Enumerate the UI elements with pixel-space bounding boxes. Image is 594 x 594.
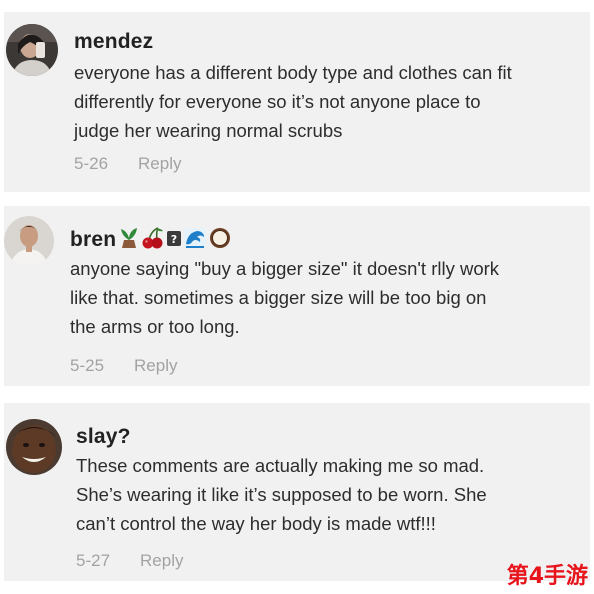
- comment-line: judge her wearing normal scrubs: [74, 120, 343, 141]
- comment-text: everyone has a different body type and c…: [74, 58, 586, 145]
- comment-meta: 5-25 Reply: [70, 356, 178, 376]
- cherries-icon: [141, 226, 165, 256]
- comment-meta: 5-27 Reply: [76, 551, 184, 571]
- comment-meta: 5-26 Reply: [74, 154, 182, 174]
- coconut-icon: [208, 226, 232, 256]
- comment-line: These comments are actually making me so…: [76, 455, 485, 476]
- plant-icon: [118, 226, 140, 256]
- avatar[interactable]: [6, 24, 58, 76]
- avatar[interactable]: [4, 216, 54, 266]
- wave-icon: [183, 226, 207, 256]
- comment-date: 5-27: [76, 551, 111, 570]
- comment-card: bren ? anyone saying "buy a bigger size"…: [4, 206, 590, 386]
- comment-card: slay? These comments are actually making…: [4, 403, 590, 581]
- watermark-logo: 第4手游: [506, 564, 588, 589]
- comment-line: She’s wearing it like it’s supposed to b…: [76, 484, 487, 505]
- reply-button[interactable]: Reply: [140, 551, 183, 570]
- comment-line: anyone saying "buy a bigger size" it doe…: [70, 258, 500, 279]
- username[interactable]: slay?: [76, 425, 131, 449]
- comment-line: the arms or too long.: [70, 316, 240, 337]
- comment-text: anyone saying "buy a bigger size" it doe…: [70, 254, 586, 341]
- comment-line: everyone has a different body type and c…: [74, 62, 512, 83]
- username-emojis: ?: [118, 226, 232, 256]
- comment-thread: mendez everyone has a different body typ…: [0, 0, 594, 594]
- svg-text:?: ?: [171, 233, 178, 246]
- comment-line: differently for everyone so it’s not any…: [74, 91, 481, 112]
- username[interactable]: bren ?: [70, 226, 232, 256]
- avatar[interactable]: [6, 419, 62, 475]
- comment-line: can’t control the way her body is made w…: [76, 513, 436, 534]
- comment-date: 5-25: [70, 356, 105, 375]
- comment-text: These comments are actually making me so…: [76, 451, 586, 538]
- reply-button[interactable]: Reply: [134, 356, 177, 375]
- username-text[interactable]: bren: [70, 228, 116, 251]
- username[interactable]: mendez: [74, 30, 153, 54]
- question-box-icon: ?: [166, 228, 182, 254]
- comment-line: like that. sometimes a bigger size will …: [70, 287, 487, 308]
- reply-button[interactable]: Reply: [138, 154, 181, 173]
- comment-date: 5-26: [74, 154, 109, 173]
- comment-card: mendez everyone has a different body typ…: [4, 12, 590, 192]
